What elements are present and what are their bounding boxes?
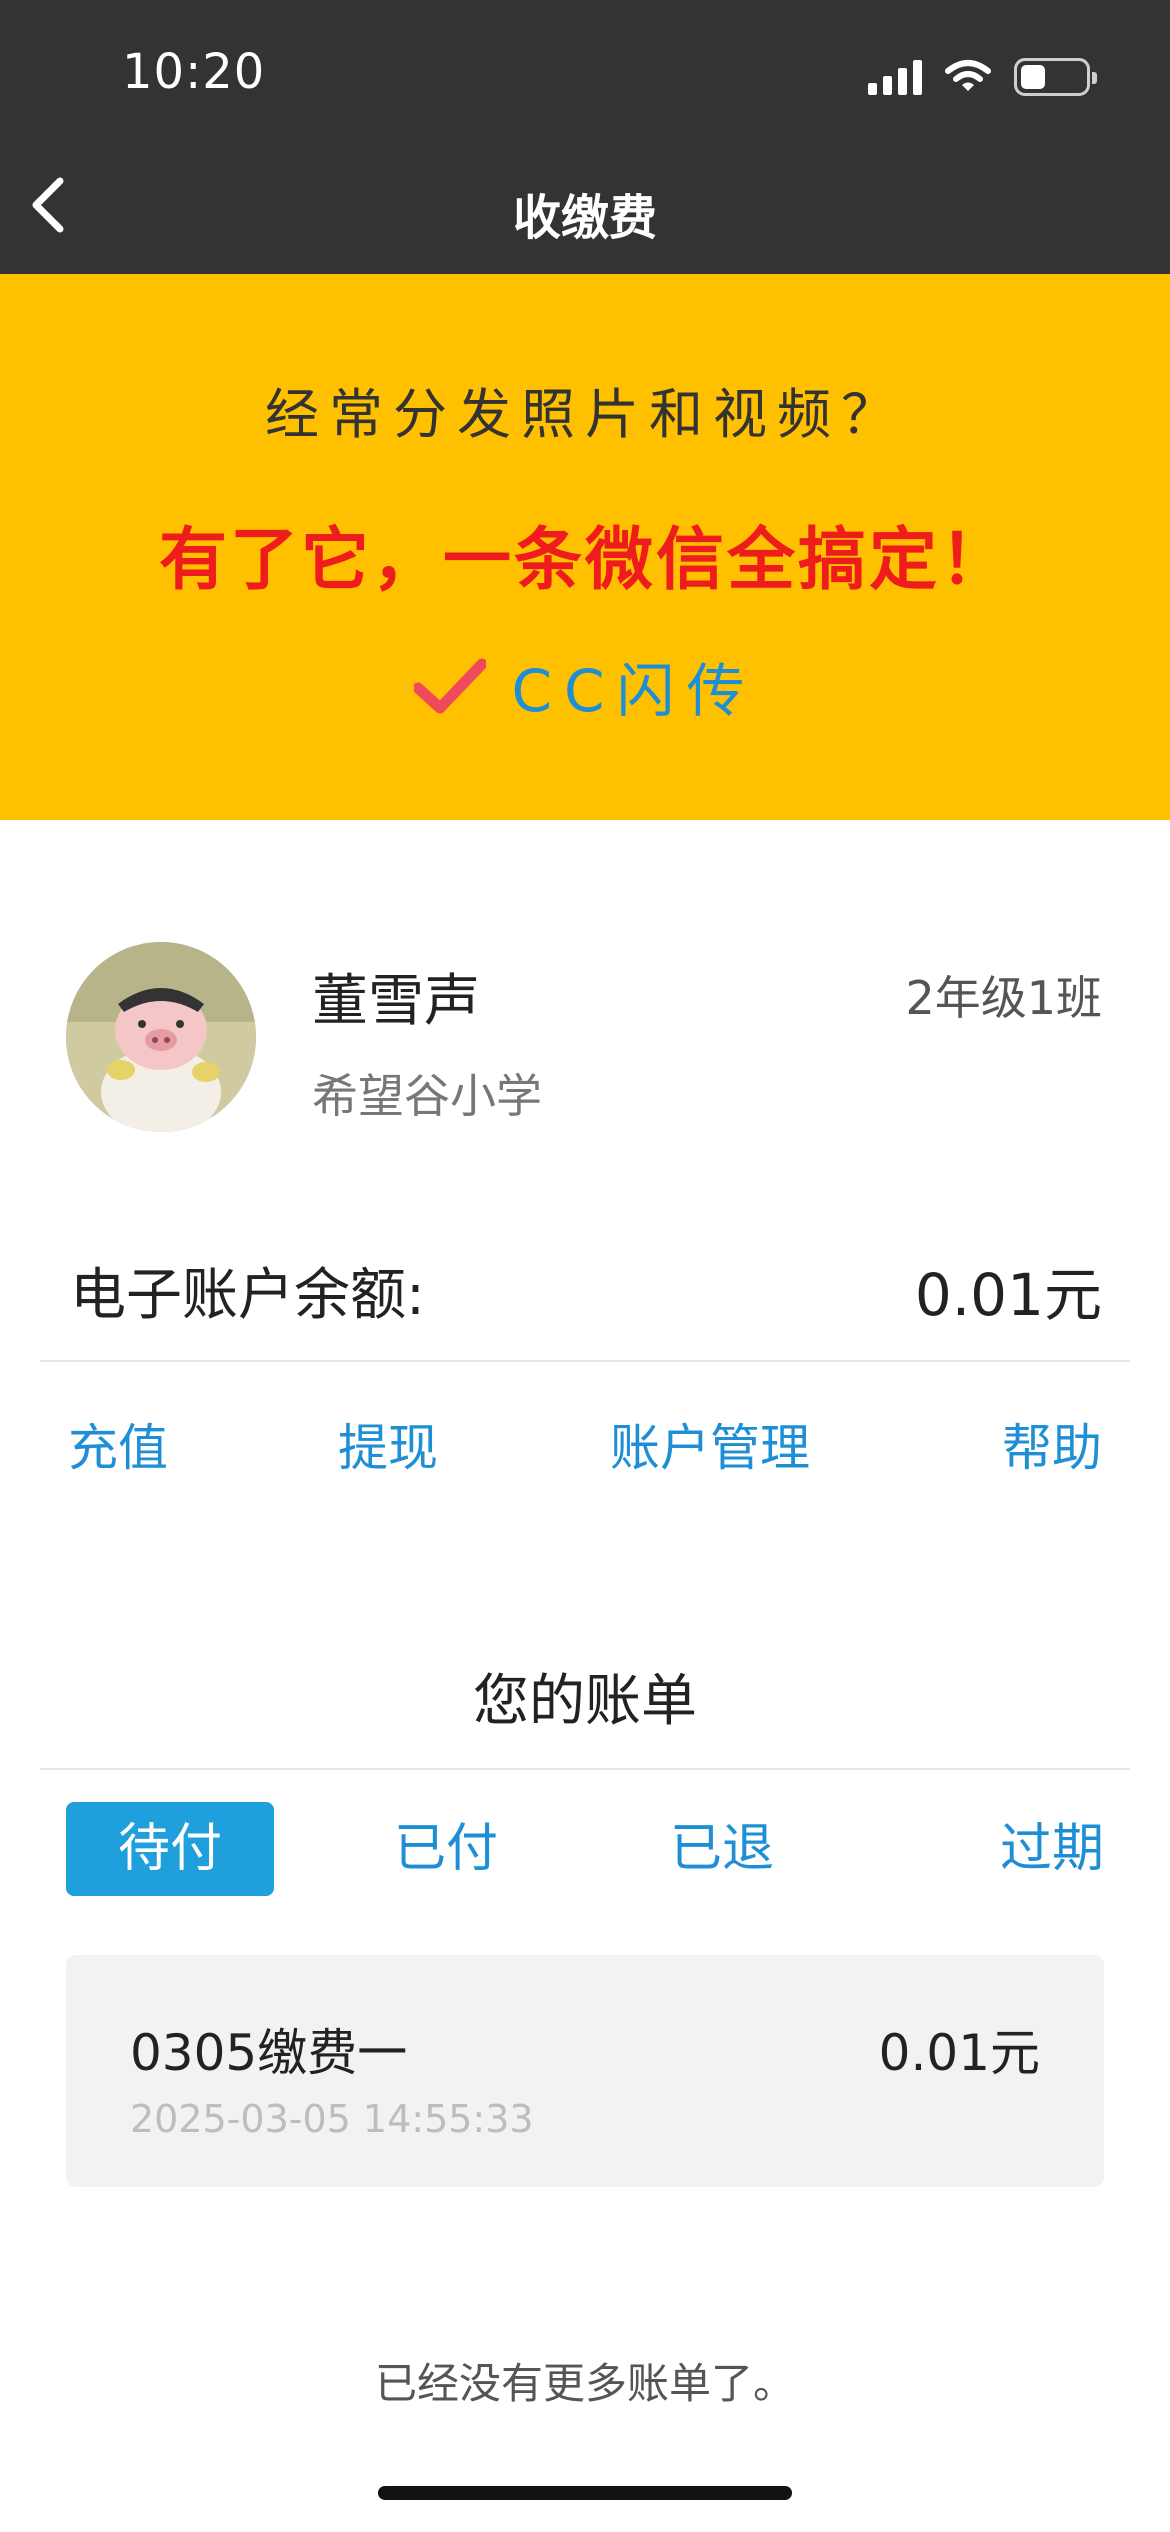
tab-expired[interactable]: 过期	[1000, 1802, 1104, 1896]
help-link[interactable]: 帮助	[1002, 1408, 1102, 1480]
check-icon	[413, 658, 486, 714]
banner-question: 经常分发照片和视频？	[265, 383, 905, 446]
no-more-bills-text: 已经没有更多账单了。	[374, 2359, 795, 2408]
avatar	[66, 942, 256, 1132]
school-name: 希望谷小学	[312, 1069, 542, 1123]
balance-value: 0.01元	[914, 1261, 1102, 1329]
promo-banner[interactable]: 经常分发照片和视频？ 有了它，一条微信全搞定！ CC闪传	[0, 274, 1170, 820]
student-name: 董雪声	[312, 969, 480, 1034]
battery-icon	[1014, 58, 1097, 96]
tab-paid[interactable]: 已付	[394, 1802, 498, 1896]
page-title: 收缴费	[512, 190, 657, 246]
banner-brand: CC闪传	[511, 657, 757, 725]
account-actions: 充值 提现 账户管理 帮助	[68, 1408, 1102, 1478]
divider	[40, 1768, 1130, 1770]
bill-amount: 0.01元	[878, 2024, 1040, 2082]
banner-brand-row: CC闪传	[0, 644, 1170, 728]
tab-pending[interactable]: 待付	[66, 1802, 274, 1896]
banner-headline: 有了它，一条微信全搞定！	[158, 521, 1011, 600]
tab-refunded[interactable]: 已退	[670, 1802, 774, 1896]
bill-tabs: 待付 已付 已退 过期	[66, 1802, 1104, 1896]
status-time: 10:20	[122, 44, 266, 100]
bill-name: 0305缴费一	[130, 2024, 408, 2082]
withdraw-link[interactable]: 提现	[338, 1408, 438, 1480]
top-bar: 10:20 收缴费	[0, 0, 1170, 274]
divider	[40, 1360, 1130, 1362]
wifi-icon	[945, 60, 991, 91]
cellular-signal-icon	[868, 59, 922, 95]
home-indicator	[378, 2486, 792, 2500]
bill-date: 2025-03-05 14:55:33	[130, 2097, 534, 2141]
balance-label: 电子账户余额:	[70, 1263, 425, 1328]
bills-title: 您的账单	[473, 1669, 697, 1734]
account-manage-link[interactable]: 账户管理	[610, 1408, 810, 1480]
recharge-link[interactable]: 充值	[68, 1408, 168, 1480]
bill-item[interactable]: 0305缴费一 0.01元 2025-03-05 14:55:33	[66, 1955, 1104, 2187]
status-icons	[868, 54, 1097, 100]
class-name: 2年级1班	[905, 971, 1102, 1025]
